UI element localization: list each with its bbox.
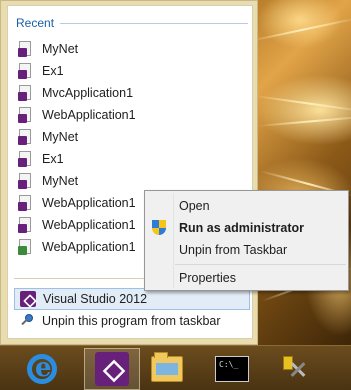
recent-section-header: Recent — [16, 14, 248, 32]
menu-item-run-as-admin[interactable]: Run as administrator — [147, 217, 346, 239]
menu-item-label: Open — [179, 199, 210, 213]
menu-item-label: Properties — [179, 271, 236, 285]
recent-item-label: Ex1 — [42, 64, 64, 78]
recent-item-label: MvcApplication1 — [42, 86, 134, 100]
ie-icon — [27, 353, 57, 384]
folder-icon — [151, 352, 183, 382]
recent-section-title: Recent — [16, 16, 55, 30]
section-divider — [60, 22, 248, 24]
vs-solution-icon — [18, 41, 34, 57]
program-label: Visual Studio 2012 — [43, 292, 148, 306]
cmd-prompt-text: C:\_ — [219, 360, 239, 369]
recent-item-label: MyNet — [42, 130, 79, 144]
tools-icon — [279, 354, 309, 384]
light-streak — [254, 95, 351, 113]
taskbar-button-tools[interactable] — [266, 348, 322, 390]
visual-studio-icon — [20, 291, 36, 307]
taskbar-button-ie[interactable] — [14, 348, 70, 390]
vs-solution-icon — [18, 63, 34, 79]
csharp-project-icon — [18, 239, 34, 255]
vs-solution-icon — [18, 85, 34, 101]
recent-item-label: MyNet — [42, 42, 79, 56]
vs-solution-icon — [18, 151, 34, 167]
recent-item[interactable]: Ex1 — [14, 148, 250, 170]
light-streak — [249, 17, 351, 42]
light-streak — [257, 115, 351, 127]
taskbar-button-visual-studio[interactable] — [84, 348, 140, 390]
context-menu: Open Run as administrator Unpin from Tas… — [144, 190, 349, 291]
menu-separator — [175, 264, 346, 265]
menu-item-open[interactable]: Open — [147, 195, 346, 217]
vs-solution-icon — [18, 129, 34, 145]
cmd-icon: C:\_ — [215, 356, 249, 382]
jump-list: Recent MyNet Ex1 MvcApplication1 WebAppl… — [0, 0, 258, 345]
taskbar-button-explorer[interactable] — [139, 348, 195, 390]
menu-item-unpin[interactable]: Unpin from Taskbar — [147, 239, 346, 261]
recent-item-label: Ex1 — [42, 152, 64, 166]
vs-solution-icon — [18, 217, 34, 233]
recent-item-label: WebApplication1 — [42, 240, 136, 254]
recent-item-label: WebApplication1 — [42, 108, 136, 122]
uac-shield-icon — [152, 220, 166, 236]
visual-studio-icon — [95, 352, 129, 386]
menu-item-label: Run as administrator — [179, 221, 305, 235]
vs-solution-icon — [18, 195, 34, 211]
taskbar-button-cmd[interactable]: C:\_ — [204, 348, 260, 390]
menu-item-properties[interactable]: Properties — [147, 267, 346, 289]
vs-solution-icon — [18, 173, 34, 189]
unpin-program-item[interactable]: Unpin this program from taskbar — [14, 310, 250, 332]
recent-item-label: WebApplication1 — [42, 218, 136, 232]
recent-item[interactable]: MvcApplication1 — [14, 82, 250, 104]
open-program-item[interactable]: Visual Studio 2012 — [14, 288, 250, 310]
vs-solution-icon — [18, 107, 34, 123]
unpin-icon — [20, 314, 34, 328]
recent-item[interactable]: WebApplication1 — [14, 104, 250, 126]
recent-item-label: WebApplication1 — [42, 196, 136, 210]
menu-item-label: Unpin from Taskbar — [179, 243, 288, 257]
taskbar: C:\_ — [0, 345, 351, 390]
recent-item[interactable]: MyNet — [14, 126, 250, 148]
unpin-label: Unpin this program from taskbar — [42, 314, 221, 328]
recent-item[interactable]: MyNet — [14, 170, 250, 192]
recent-item-label: MyNet — [42, 174, 79, 188]
recent-item[interactable]: Ex1 — [14, 60, 250, 82]
recent-item[interactable]: MyNet — [14, 38, 250, 60]
